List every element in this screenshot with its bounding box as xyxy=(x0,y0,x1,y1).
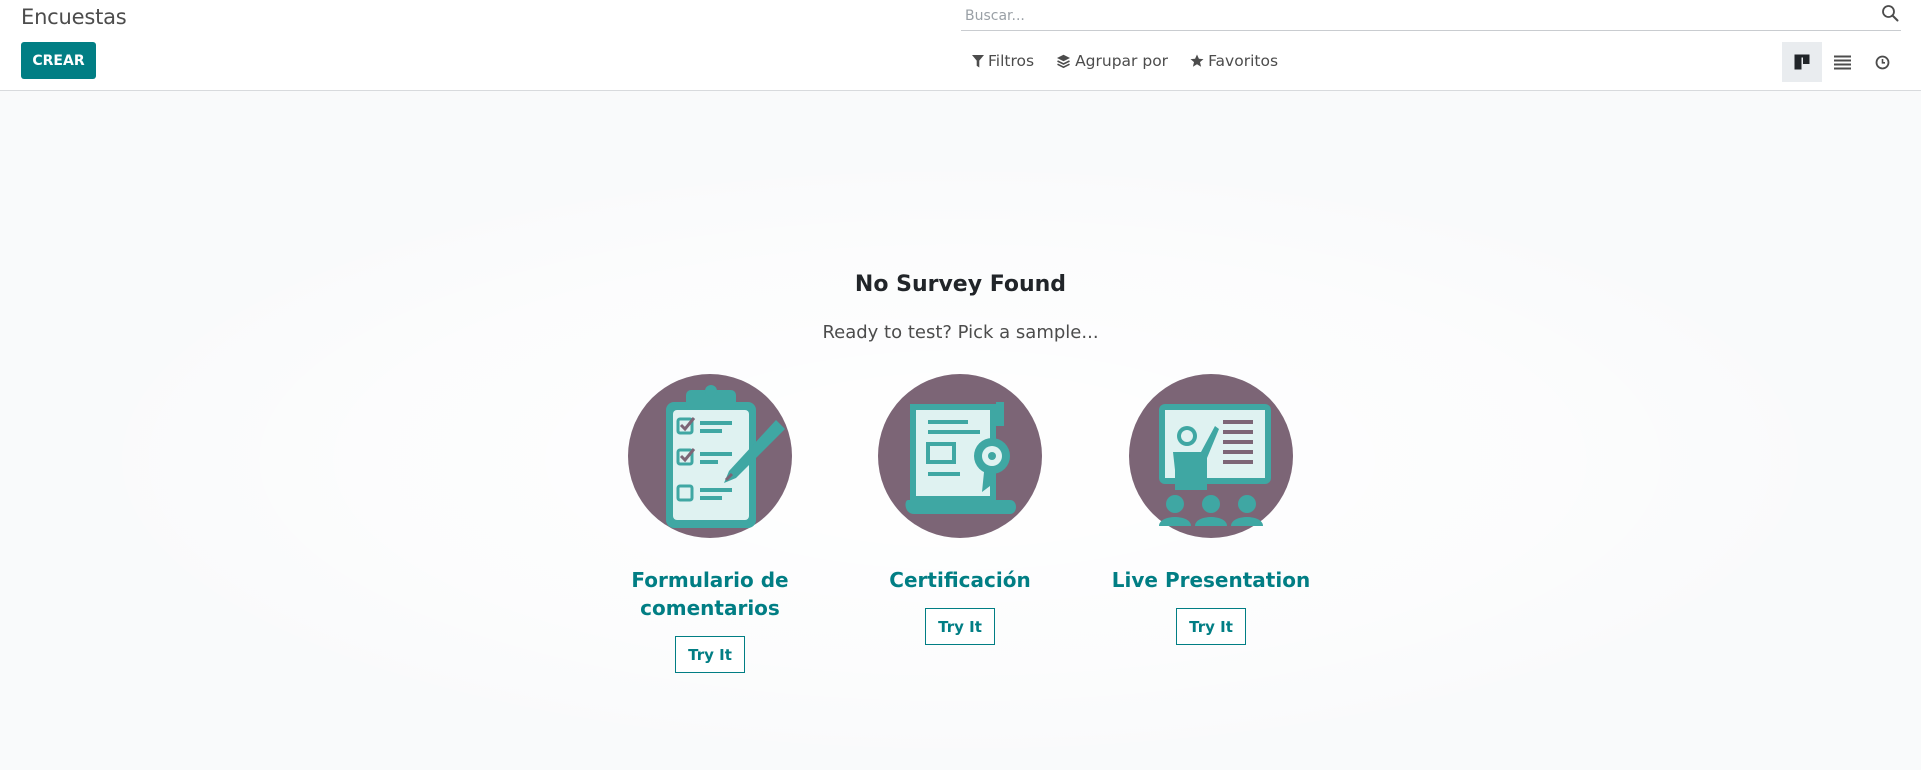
clipboard-checklist-icon xyxy=(666,385,785,528)
no-content-title: No Survey Found xyxy=(854,272,1067,297)
page-title: Encuestas xyxy=(21,5,127,29)
layers-icon xyxy=(1057,54,1071,68)
sample-label: Certificación xyxy=(889,568,1031,592)
search-options: Filtros Agrupar por Favoritos xyxy=(972,52,1278,70)
filter-icon xyxy=(972,54,984,67)
filters-button[interactable]: Filtros xyxy=(972,52,1034,70)
control-panel: Encuestas CREAR Filtros Agrupar por xyxy=(0,0,1921,91)
sample-illustration xyxy=(628,374,792,538)
kanban-view-icon xyxy=(1794,54,1810,70)
certificate-scroll-icon xyxy=(905,402,1016,514)
create-button[interactable]: CREAR xyxy=(21,42,96,79)
presentation-icon xyxy=(1159,404,1271,526)
kanban-view-button[interactable] xyxy=(1782,42,1822,82)
star-icon xyxy=(1190,54,1204,67)
search-bar xyxy=(961,0,1901,31)
list-view-button[interactable] xyxy=(1822,42,1862,82)
try-it-button[interactable]: Try It xyxy=(925,608,995,645)
try-it-button[interactable]: Try It xyxy=(1176,608,1246,645)
group-by-label: Agrupar por xyxy=(1075,52,1169,70)
favorites-button[interactable]: Favoritos xyxy=(1190,52,1278,70)
try-it-button[interactable]: Try It xyxy=(675,636,745,673)
sample-card-certification: Certificación Try It xyxy=(835,374,1085,645)
sample-label: Live Presentation xyxy=(1111,568,1311,592)
sample-card-feedback: Formulario de comentarios Try It xyxy=(585,374,835,673)
clock-icon xyxy=(1875,55,1889,69)
search-input[interactable] xyxy=(963,4,1827,28)
search-icon[interactable] xyxy=(1881,4,1901,24)
sample-illustration xyxy=(878,374,1042,538)
group-by-button[interactable]: Agrupar por xyxy=(1056,52,1168,70)
filters-label: Filtros xyxy=(988,52,1035,70)
favorites-label: Favoritos xyxy=(1208,52,1279,70)
sample-card-presentation: Live Presentation Try It xyxy=(1086,374,1336,645)
view-switcher xyxy=(1782,42,1902,82)
activity-view-button[interactable] xyxy=(1862,42,1902,82)
sample-illustration xyxy=(1129,374,1293,538)
list-view-icon xyxy=(1833,55,1851,69)
sample-label: Formulario de comentarios xyxy=(631,568,789,620)
no-content-subtitle: Ready to test? Pick a sample... xyxy=(822,322,1099,343)
